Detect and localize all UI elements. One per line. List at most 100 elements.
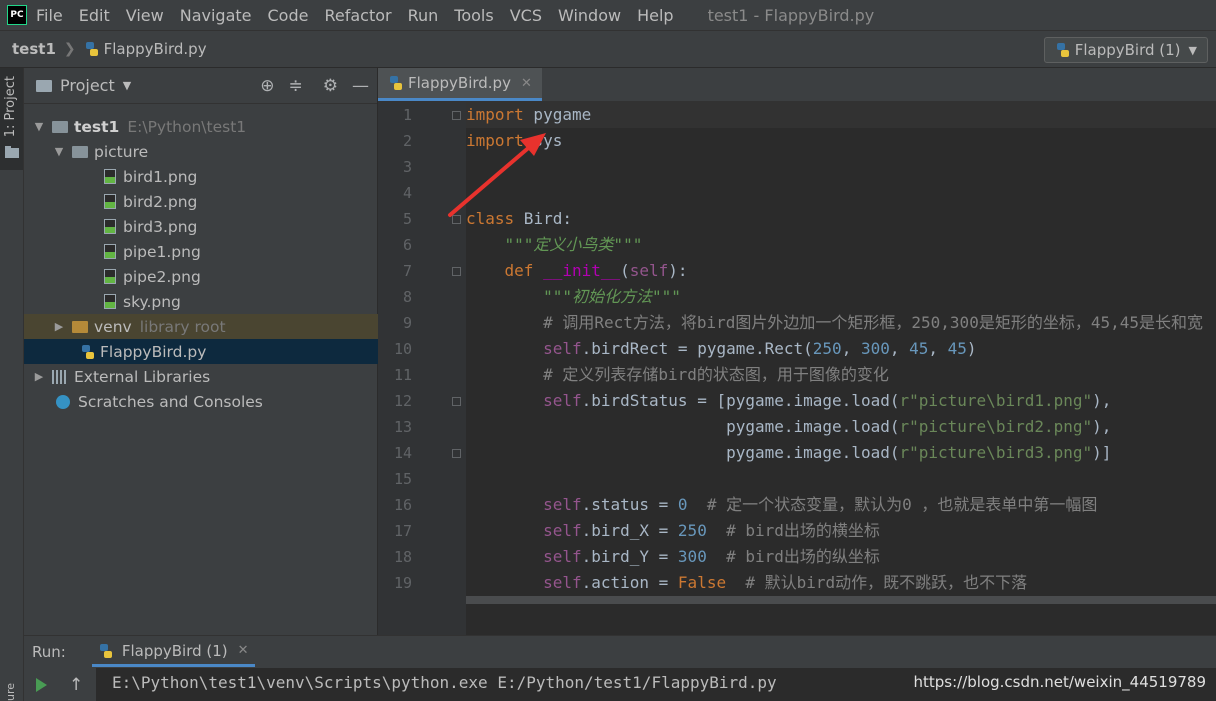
breadcrumb-project[interactable]: test1	[12, 40, 56, 58]
line-number: 14	[393, 444, 412, 462]
structure-tool-tab[interactable]: ure	[4, 683, 17, 701]
menu-navigate[interactable]: Navigate	[180, 6, 252, 25]
collapse-all-icon[interactable]: ≑	[289, 76, 303, 96]
chevron-right-icon[interactable]: ▶	[32, 370, 46, 383]
run-configuration-dropdown[interactable]: FlappyBird (1) ▼	[1043, 37, 1208, 63]
code-text: ,	[928, 339, 948, 358]
tree-item-picture[interactable]: ▼ picture	[24, 139, 405, 164]
menu-code[interactable]: Code	[268, 6, 309, 25]
number-literal: 0	[677, 495, 688, 514]
gear-icon[interactable]: ⚙	[323, 76, 338, 96]
venv-library-root-note: library root	[139, 317, 226, 336]
image-file-icon	[104, 244, 116, 259]
tree-item-external-libraries[interactable]: ▶ External Libraries	[24, 364, 385, 389]
editor-tab-label: FlappyBird.py	[408, 74, 511, 92]
code-text: ):	[668, 261, 688, 280]
rerun-icon[interactable]	[36, 677, 47, 692]
left-tool-strip: 1: Project ure	[0, 68, 24, 701]
root-folder-path: E:\Python\test1	[127, 117, 247, 136]
code-text: ),	[1092, 391, 1112, 410]
code-text: pygame.image.load(	[466, 417, 900, 436]
fold-marker-icon[interactable]	[452, 267, 461, 276]
menu-refactor[interactable]: Refactor	[324, 6, 391, 25]
fold-marker-icon[interactable]	[452, 215, 461, 224]
tree-item-root[interactable]: ▼ test1 E:\Python\test1	[24, 114, 385, 139]
chevron-right-icon[interactable]: ▶	[52, 320, 66, 333]
project-panel: Project ▼ ⊕ ≑ ⚙ — ▼ test1 E:\Python\test…	[24, 68, 433, 635]
fold-marker-icon[interactable]	[452, 449, 461, 458]
chevron-down-icon[interactable]: ▼	[52, 145, 66, 158]
horizontal-scrollbar[interactable]	[466, 596, 1216, 604]
code-text: sys	[523, 131, 563, 150]
menu-view[interactable]: View	[126, 6, 164, 25]
menu-run[interactable]: Run	[408, 6, 439, 25]
run-tab[interactable]: FlappyBird (1) ✕	[91, 637, 255, 667]
number-literal: 250	[677, 521, 707, 540]
python-file-icon	[85, 42, 98, 56]
locate-file-icon[interactable]: ⊕	[260, 76, 274, 96]
line-number: 9	[402, 314, 412, 332]
line-number: 13	[393, 418, 412, 436]
tree-item-venv[interactable]: ▶ venv library root	[24, 314, 405, 339]
menu-edit[interactable]: Edit	[79, 6, 110, 25]
code-line-13: pygame.image.load(r"picture\bird2.png"),	[466, 414, 1111, 440]
python-run-icon	[99, 643, 112, 658]
self-keyword: self	[466, 573, 582, 592]
project-tool-tab[interactable]: 1: Project	[0, 68, 23, 170]
keyword: class	[466, 209, 515, 228]
hide-panel-icon[interactable]: —	[352, 76, 369, 96]
fold-marker-icon[interactable]	[452, 111, 461, 120]
code-text: ,	[841, 339, 861, 358]
code-line-14: pygame.image.load(r"picture\bird3.png")]	[466, 440, 1111, 466]
self-keyword: self	[466, 391, 582, 410]
file-label: pipe1.png	[123, 242, 201, 261]
file-label: pipe2.png	[123, 267, 201, 286]
code-text: )	[966, 339, 977, 358]
console-toolbar: ↑	[24, 668, 96, 701]
comment: # 定一个状态变量，默认为0 ，也就是表单中第一幅图	[687, 495, 1098, 514]
self-keyword: self	[466, 339, 582, 358]
run-label: Run:	[32, 643, 66, 661]
fold-marker-icon[interactable]	[452, 397, 461, 406]
line-number: 11	[393, 366, 412, 384]
menu-tools[interactable]: Tools	[454, 6, 493, 25]
menu-file[interactable]: File	[36, 6, 63, 25]
project-panel-header: Project ▼ ⊕ ≑ ⚙ —	[24, 68, 377, 104]
line-number: 8	[402, 288, 412, 306]
chevron-down-icon[interactable]: ▼	[123, 79, 131, 92]
arrow-up-icon[interactable]: ↑	[69, 675, 83, 695]
menu-window[interactable]: Window	[558, 6, 621, 25]
folder-icon	[5, 146, 19, 158]
line-number: 18	[393, 548, 412, 566]
menu-vcs[interactable]: VCS	[510, 6, 542, 25]
comment: # 默认bird动作，既不跳跃，也不下落	[726, 573, 1028, 592]
line-number: 10	[393, 340, 412, 358]
close-icon[interactable]: ✕	[238, 643, 249, 658]
editor-tab-flappybird[interactable]: FlappyBird.py ✕	[378, 68, 542, 101]
number-literal: 300	[860, 339, 890, 358]
menu-bar: PC File Edit View Navigate Code Refactor…	[0, 0, 1216, 30]
keyword: import	[466, 105, 524, 124]
code-line-18: self.bird_Y = 300 # bird出场的纵坐标	[466, 544, 880, 570]
tree-item-scratches[interactable]: Scratches and Consoles	[24, 389, 409, 414]
code-text: .bird_Y =	[581, 547, 678, 566]
project-tool-tab-label: 1: Project	[3, 76, 18, 138]
comment: # bird出场的横坐标	[706, 521, 880, 540]
menu-help[interactable]: Help	[637, 6, 673, 25]
project-panel-title[interactable]: Project	[60, 76, 115, 95]
close-icon[interactable]: ✕	[521, 76, 532, 91]
line-number: 15	[393, 470, 412, 488]
external-libraries-label: External Libraries	[74, 367, 211, 386]
self-keyword: self	[629, 261, 669, 280]
code-area[interactable]: import pygame import sys class Bird: """…	[466, 102, 1216, 635]
file-label: bird2.png	[123, 192, 198, 211]
root-folder-label: test1	[74, 117, 120, 136]
script-file-label: FlappyBird.py	[100, 342, 207, 361]
breadcrumb-file[interactable]: FlappyBird.py	[104, 40, 207, 58]
chevron-down-icon[interactable]: ▼	[32, 120, 46, 133]
image-file-icon	[104, 194, 116, 209]
tree-item-script[interactable]: FlappyBird.py	[24, 339, 433, 364]
run-config-label: FlappyBird (1)	[1074, 41, 1181, 59]
navigation-bar: test1 ❯ FlappyBird.py FlappyBird (1) ▼	[0, 30, 1216, 68]
libraries-icon	[52, 369, 68, 384]
